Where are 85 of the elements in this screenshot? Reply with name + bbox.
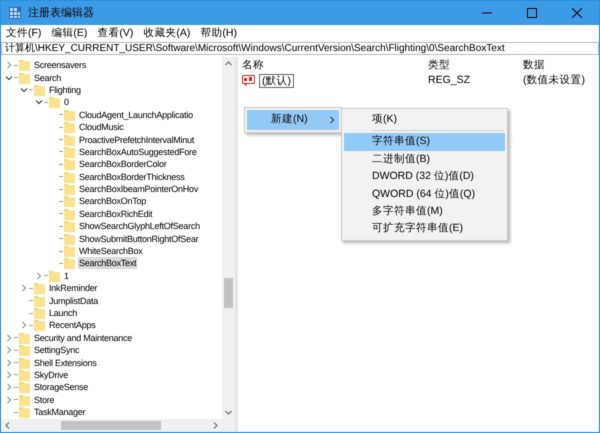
tree-item[interactable]: TaskManager — [33, 406, 86, 418]
folder-icon — [19, 59, 30, 72]
tree-item[interactable]: SearchBoxIbeamPointerOnHov — [78, 183, 200, 196]
tree-item[interactable]: Store — [33, 394, 56, 406]
folder-icon — [64, 108, 75, 121]
folder-icon — [64, 146, 75, 158]
folder-icon — [64, 257, 75, 270]
menu-item[interactable]: 新建(N) — [247, 110, 339, 130]
tree-item[interactable]: SearchBoxRichEdit — [78, 208, 154, 220]
folder-icon — [19, 394, 30, 406]
value-type: REG_SZ — [428, 73, 470, 88]
tree-item[interactable]: WhiteSearchBox — [78, 245, 144, 258]
tree-item[interactable]: Flighting — [48, 84, 82, 96]
folder-icon — [64, 170, 75, 183]
menu-item[interactable]: 查看(V) — [92, 25, 138, 42]
tree-item[interactable]: Launch — [48, 307, 78, 319]
menu-item[interactable]: DWORD (32 位)值(D) — [344, 168, 505, 186]
tree-item[interactable]: SearchBoxOnTop — [78, 195, 148, 208]
folder-icon — [64, 220, 75, 232]
column-header[interactable]: 数据 — [523, 59, 545, 71]
tree-item[interactable]: JumplistData — [48, 294, 100, 307]
folder-icon — [19, 332, 30, 344]
tree-item[interactable]: ProactivePrefetchIntervalMinut — [78, 134, 196, 146]
column-header[interactable]: 名称 — [242, 59, 264, 71]
tree-item[interactable]: SearchBoxBorderThickness — [78, 170, 186, 183]
folder-icon — [64, 245, 75, 258]
folder-icon — [34, 84, 45, 96]
tree-item[interactable]: InkReminder — [48, 282, 98, 294]
tree-item[interactable]: CloudMusic — [78, 121, 125, 134]
folder-icon — [19, 406, 30, 418]
registry-editor-icon — [9, 7, 21, 19]
folder-icon — [64, 121, 75, 134]
tree-item[interactable]: 0 — [63, 96, 70, 108]
folder-icon — [64, 158, 75, 170]
tree-item[interactable]: Shell Extensions — [33, 356, 98, 369]
folder-icon — [64, 232, 75, 245]
address-bar[interactable]: 计算机\HKEY_CURRENT_USER\Software\Microsoft\Windows\CurrentVersion\Search\Flighting\0\SearchBoxText — [1, 42, 599, 55]
tree-item[interactable]: ShowSearchGlyphLeftOfSearch — [78, 220, 201, 232]
string-value-icon — [242, 75, 255, 86]
folder-icon — [19, 368, 30, 381]
close-icon — [572, 8, 582, 18]
menu-item[interactable]: 项(K) — [344, 111, 505, 128]
folder-icon — [64, 183, 75, 196]
folder-icon — [34, 307, 45, 319]
folder-icon — [19, 356, 30, 369]
column-header[interactable]: 类型 — [428, 59, 450, 71]
folder-icon — [64, 208, 75, 220]
menu-item[interactable]: 多字符串值(M) — [344, 202, 505, 220]
folder-icon — [64, 134, 75, 146]
folder-icon — [49, 96, 60, 108]
tree-item[interactable]: SearchBoxBorderColor — [78, 158, 168, 170]
menu-item[interactable]: 收藏夹(A) — [138, 25, 196, 42]
tree-item[interactable]: ShowSubmitButtonRightOfSear — [78, 232, 200, 245]
menu-item[interactable]: 文件(F) — [1, 25, 46, 42]
tree-item[interactable]: SkyDrive — [33, 368, 70, 381]
menu-item[interactable]: 二进制值(B) — [344, 150, 505, 168]
menu-item[interactable]: QWORD (64 位)值(Q) — [344, 186, 505, 203]
tree-item[interactable]: SettingSync — [33, 344, 80, 356]
scrollbar-thumb[interactable] — [224, 278, 233, 308]
folder-icon — [34, 294, 45, 307]
scrollbar-thumb[interactable] — [61, 421, 161, 430]
tree-item[interactable]: SearchBoxText — [78, 257, 138, 270]
window-title: 注册表编辑器 — [28, 6, 94, 21]
folder-icon — [64, 195, 75, 208]
tree-item[interactable]: Search — [33, 72, 62, 84]
folder-icon — [34, 319, 45, 332]
tree-item[interactable]: Screensavers — [33, 59, 88, 72]
maximize-icon — [526, 8, 536, 18]
tree-item[interactable]: RecentApps — [48, 319, 97, 332]
tree-item[interactable]: CloudAgent_LaunchApplicatio — [78, 108, 194, 121]
menu-item[interactable]: 字符串值(S) — [344, 133, 505, 151]
tree-item[interactable]: StorageSense — [33, 381, 90, 394]
value-name[interactable]: (默认) — [259, 74, 294, 88]
folder-icon — [19, 381, 30, 394]
folder-icon — [49, 270, 60, 282]
folder-icon — [19, 344, 30, 356]
tree-item[interactable]: SearchBoxAutoSuggestedFore — [78, 146, 198, 158]
menu-item[interactable]: 可扩充字符串值(E) — [344, 220, 505, 238]
tree-item[interactable]: Security and Maintenance — [33, 332, 134, 344]
menu-item[interactable]: 帮助(H) — [195, 25, 242, 42]
value-data: (数值未设置) — [523, 73, 585, 88]
tree-item[interactable]: 1 — [63, 270, 70, 282]
folder-icon — [34, 282, 45, 294]
menu-item[interactable]: 编辑(E) — [46, 25, 92, 42]
folder-icon — [19, 72, 30, 84]
